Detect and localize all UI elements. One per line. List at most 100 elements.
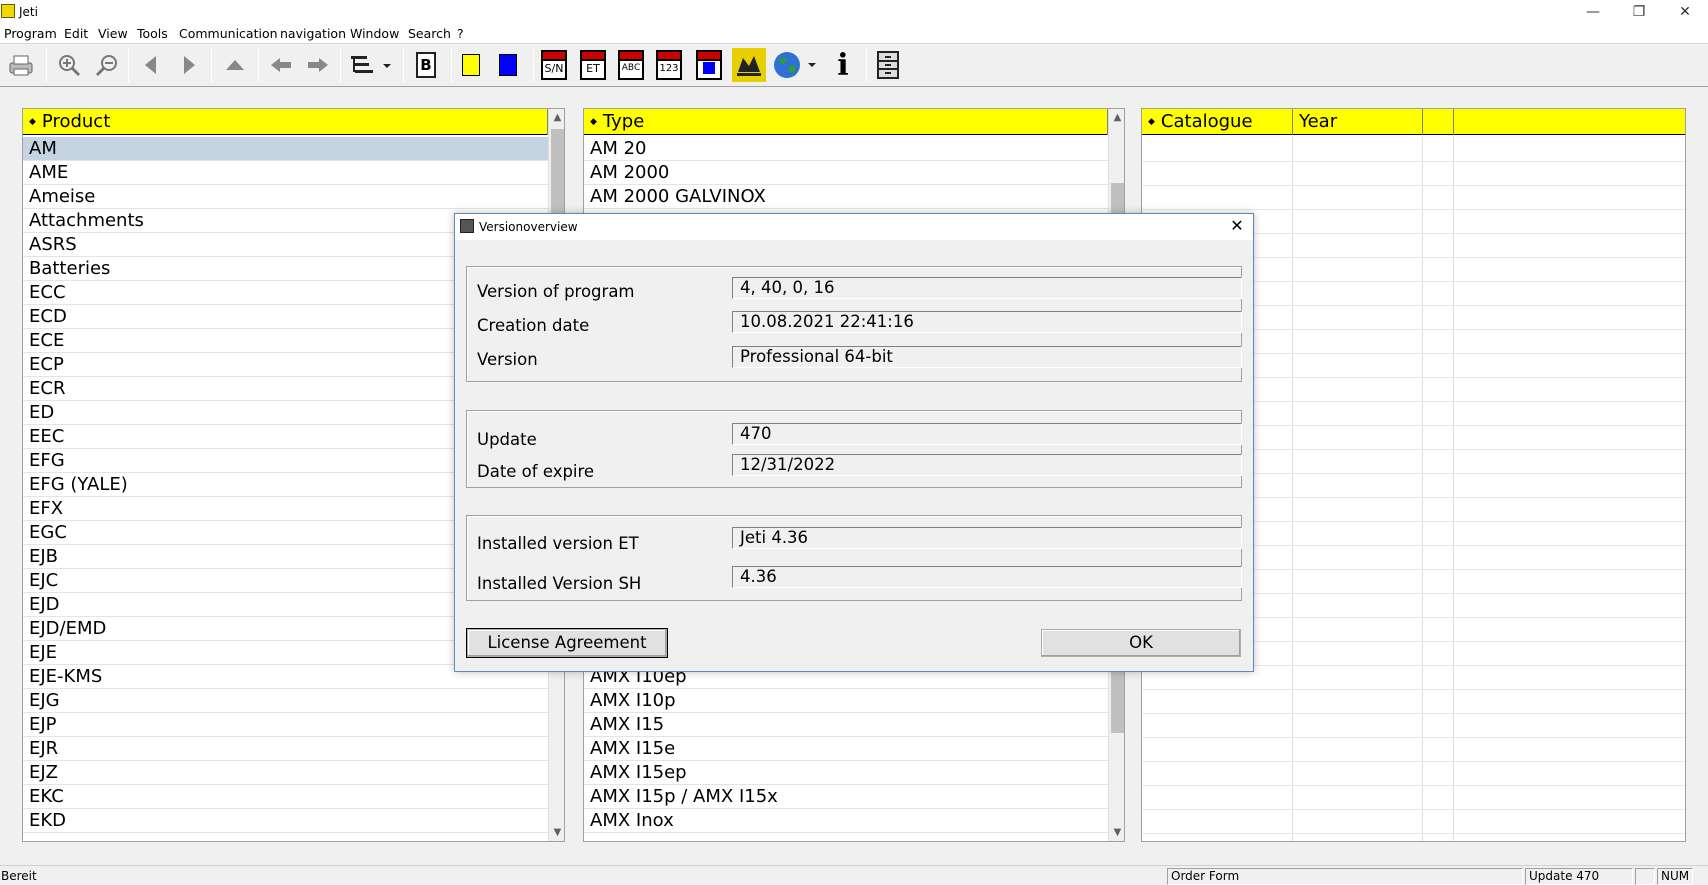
num-label: 123 bbox=[659, 62, 679, 74]
type-item[interactable]: AMX I10p bbox=[584, 689, 1108, 713]
toolbar: B S/N ET ABC 123 i bbox=[0, 44, 1708, 87]
product-item[interactable]: EKD bbox=[23, 809, 548, 833]
menu-bar: Program Edit View Tools Communication na… bbox=[0, 24, 1708, 44]
next-icon[interactable] bbox=[172, 48, 206, 82]
blue-document-icon[interactable] bbox=[692, 48, 726, 82]
menu-edit[interactable]: Edit bbox=[64, 26, 88, 41]
installed-et-field: Jeti 4.36 bbox=[732, 527, 1242, 549]
number-search-icon[interactable]: 123 bbox=[652, 48, 686, 82]
product-item[interactable]: EJZ bbox=[23, 761, 548, 785]
catalogue-header-label: Catalogue bbox=[1160, 111, 1253, 132]
dialog-app-icon bbox=[460, 219, 474, 233]
installed-info-group: Installed version ET Jeti 4.36 Installed… bbox=[466, 515, 1242, 601]
dialog-title: Versionoverview bbox=[479, 220, 578, 234]
product-item[interactable]: AME bbox=[23, 161, 548, 185]
date-of-expire-field: 12/31/2022 bbox=[732, 454, 1242, 476]
scroll-up-icon[interactable]: ▲ bbox=[1109, 109, 1124, 126]
menu-navigation[interactable]: navigation bbox=[280, 26, 346, 41]
sort-diamond-icon: ◆ bbox=[29, 116, 36, 127]
cabinet-icon[interactable] bbox=[871, 48, 905, 82]
creation-date-label: Creation date bbox=[477, 316, 590, 335]
installed-et-label: Installed version ET bbox=[477, 534, 639, 553]
license-agreement-button[interactable]: License Agreement bbox=[466, 628, 668, 658]
info-icon[interactable]: i bbox=[826, 47, 860, 83]
up-icon[interactable] bbox=[218, 48, 252, 82]
product-item[interactable]: EJP bbox=[23, 713, 548, 737]
blue-color-icon[interactable] bbox=[491, 48, 525, 82]
yellow-color-icon[interactable] bbox=[454, 48, 488, 82]
previous-icon[interactable] bbox=[134, 48, 168, 82]
status-empty bbox=[1635, 868, 1655, 885]
abc-label: ABC bbox=[621, 63, 641, 73]
restore-button[interactable]: ❐ bbox=[1616, 0, 1662, 24]
scroll-down-icon[interactable]: ▼ bbox=[1109, 824, 1124, 841]
type-item[interactable]: AMX I15 bbox=[584, 713, 1108, 737]
product-header-label: Product bbox=[41, 111, 111, 132]
serial-number-icon[interactable]: S/N bbox=[537, 48, 571, 82]
type-item[interactable]: AMX I15e bbox=[584, 737, 1108, 761]
menu-communication[interactable]: Communication bbox=[179, 26, 278, 41]
product-item[interactable]: EJR bbox=[23, 737, 548, 761]
info-label: i bbox=[837, 47, 849, 83]
type-header-label: Type bbox=[602, 111, 645, 132]
bookmark-b-icon[interactable]: B bbox=[409, 48, 443, 82]
type-list-top: AM 20 AM 2000 AM 2000 GALVINOX bbox=[584, 137, 1108, 209]
tree-view-icon[interactable] bbox=[346, 48, 396, 82]
zoom-in-icon[interactable] bbox=[52, 48, 86, 82]
dialog-title-bar[interactable]: Versionoverview ✕ bbox=[455, 214, 1253, 240]
print-icon[interactable] bbox=[4, 48, 38, 82]
scroll-down-icon[interactable]: ▼ bbox=[549, 824, 564, 841]
abc-search-icon[interactable]: ABC bbox=[614, 48, 648, 82]
menu-program[interactable]: Program bbox=[4, 26, 57, 41]
status-ready: Bereit bbox=[1, 869, 37, 883]
app-icon bbox=[1, 4, 15, 18]
product-item[interactable]: EKC bbox=[23, 785, 548, 809]
catalogue-column-header[interactable]: ◆ Catalogue bbox=[1142, 109, 1293, 135]
et-label: ET bbox=[586, 61, 600, 75]
type-list-bottom: AMX I10ep AMX I10p AMX I15 AMX I15e AMX … bbox=[584, 665, 1108, 833]
title-bar: Jeti — ❐ ✕ bbox=[0, 0, 1708, 24]
back-arrow-icon[interactable] bbox=[264, 48, 298, 82]
ok-button[interactable]: OK bbox=[1041, 629, 1241, 657]
map-icon[interactable] bbox=[732, 48, 766, 82]
menu-view[interactable]: View bbox=[98, 26, 128, 41]
status-bar: Bereit Order Form Update 470 NUM bbox=[0, 865, 1708, 885]
type-item[interactable]: AM 20 bbox=[584, 137, 1108, 161]
sort-diamond-icon: ◆ bbox=[590, 116, 597, 127]
version-label: Version bbox=[477, 350, 538, 369]
extra-column-header[interactable] bbox=[1423, 109, 1454, 135]
zoom-out-icon[interactable] bbox=[90, 48, 124, 82]
product-item[interactable]: Ameise bbox=[23, 185, 548, 209]
type-header[interactable]: ◆ Type bbox=[584, 109, 1108, 135]
blank-column-header bbox=[1454, 109, 1685, 135]
type-item[interactable]: AM 2000 bbox=[584, 161, 1108, 185]
type-item[interactable]: AMX I15ep bbox=[584, 761, 1108, 785]
forward-arrow-icon[interactable] bbox=[301, 48, 335, 82]
year-header-label: Year bbox=[1299, 111, 1338, 132]
version-of-program-field: 4, 40, 0, 16 bbox=[732, 277, 1242, 299]
creation-date-field: 10.08.2021 22:41:16 bbox=[732, 311, 1242, 333]
product-item[interactable]: AM bbox=[23, 137, 548, 161]
menu-tools[interactable]: Tools bbox=[137, 26, 168, 41]
year-column-header[interactable]: Year bbox=[1293, 109, 1423, 135]
installed-sh-field: 4.36 bbox=[732, 566, 1242, 588]
minimize-button[interactable]: — bbox=[1570, 0, 1616, 24]
menu-search[interactable]: Search bbox=[408, 26, 451, 41]
update-info-group: Update 470 Date of expire 12/31/2022 bbox=[466, 410, 1242, 488]
scroll-up-icon[interactable]: ▲ bbox=[549, 109, 564, 126]
globe-icon[interactable] bbox=[770, 48, 820, 82]
update-label: Update bbox=[477, 430, 537, 449]
product-header[interactable]: ◆ Product bbox=[23, 109, 548, 135]
menu-window[interactable]: Window bbox=[350, 26, 399, 41]
close-window-button[interactable]: ✕ bbox=[1662, 0, 1708, 24]
catalogue-header: ◆ Catalogue Year bbox=[1142, 109, 1685, 135]
type-item[interactable]: AMX Inox bbox=[584, 809, 1108, 833]
version-of-program-label: Version of program bbox=[477, 282, 635, 301]
type-item[interactable]: AMX I15p / AMX I15x bbox=[584, 785, 1108, 809]
et-icon[interactable]: ET bbox=[576, 48, 610, 82]
type-item[interactable]: AM 2000 GALVINOX bbox=[584, 185, 1108, 209]
dialog-close-icon[interactable]: ✕ bbox=[1227, 216, 1247, 236]
sn-label: S/N bbox=[544, 61, 564, 75]
menu-help[interactable]: ? bbox=[457, 26, 464, 41]
product-item[interactable]: EJG bbox=[23, 689, 548, 713]
